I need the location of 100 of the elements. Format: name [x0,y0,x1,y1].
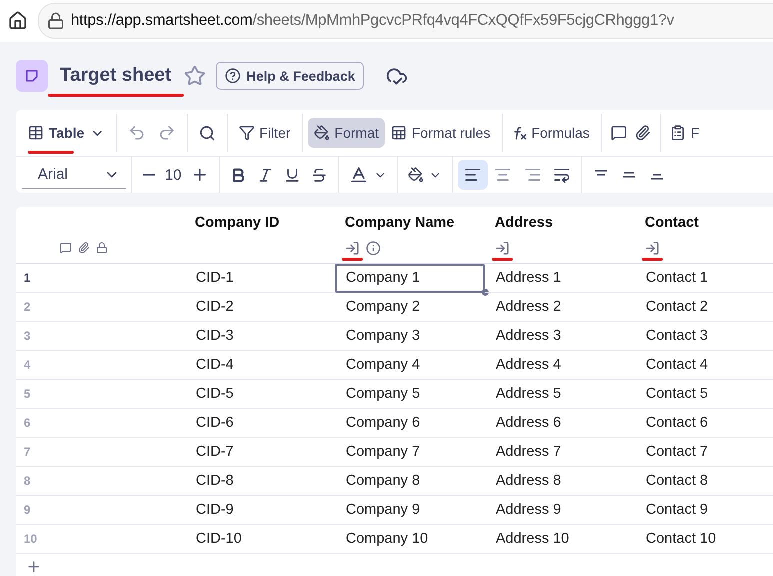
import-icon [495,240,510,256]
table-cell[interactable]: CID-3 [185,322,335,351]
table-cell[interactable]: Contact 7 [635,438,773,467]
row-number: 7 [16,438,185,467]
clipboard-icon [670,125,686,141]
font-select[interactable]: Arial [22,161,126,189]
underline-icon [284,166,301,184]
align-middle-icon [622,170,636,180]
home-icon[interactable] [8,11,28,31]
paint-bucket-icon [314,125,330,141]
table-cell[interactable]: CID-2 [185,293,335,322]
table-cell[interactable]: Address 4 [485,351,635,380]
grid-icon [391,125,407,141]
table-cell[interactable]: Company 8 [335,467,485,496]
annotation-underline [492,258,513,260]
import-icon [645,240,660,256]
row-number: 8 [16,467,185,496]
function-icon [514,126,527,140]
table-cell[interactable]: Company 9 [335,496,485,525]
table-cell[interactable]: CID-10 [185,525,335,554]
view-dropdown[interactable]: Table [22,118,111,148]
row-number: 2 [16,293,185,322]
column-title: Company ID [195,215,280,231]
paperclip-icon [78,242,90,254]
table-cell[interactable]: CID-9 [185,496,335,525]
paint-bucket-icon [408,167,424,183]
active-cell[interactable]: Company 1 [335,264,485,293]
table-cell[interactable]: Address 2 [485,293,635,322]
table-cell[interactable]: Address 6 [485,409,635,438]
undo-icon [128,124,146,142]
fill-handle[interactable] [482,289,489,296]
table-cell[interactable]: Address 1 [485,264,635,293]
align-left-icon [464,166,482,184]
add-row-icon[interactable] [26,559,42,575]
table-cell[interactable]: Contact 3 [635,322,773,351]
align-center-icon [494,166,512,184]
search-icon [198,124,216,142]
table-cell[interactable]: CID-1 [185,264,335,293]
table-cell[interactable]: Contact 1 [635,264,773,293]
formulas-button[interactable]: Formulas [508,118,596,148]
row-number: 3 [16,322,185,351]
help-icon [224,68,241,84]
comment-icon [610,125,627,141]
table-cell[interactable]: Contact 2 [635,293,773,322]
annotation-underline [642,258,663,260]
table-cell[interactable]: CID-8 [185,467,335,496]
table-cell[interactable]: Contact 6 [635,409,773,438]
column-title: Address [495,215,554,231]
table-cell[interactable]: Address 3 [485,322,635,351]
redo-icon [158,124,176,142]
annotation-underline [28,151,74,154]
table-cell[interactable]: CID-5 [185,380,335,409]
wrap-text-icon [552,166,571,184]
table-cell[interactable]: Contact 4 [635,351,773,380]
row-number: 5 [16,380,185,409]
lock-icon [96,242,108,254]
table-cell[interactable]: Company 5 [335,380,485,409]
row-number: 4 [16,351,185,380]
align-right-icon [524,166,542,184]
address-bar[interactable]: https://app.smartsheet.com/sheets/MpMmhPgcvcPRfq4vq4FCxQQfFx59F5cjgCRhggg1?v [38,3,773,39]
table-cell[interactable]: Contact 5 [635,380,773,409]
strikethrough-icon [310,166,328,184]
table-cell[interactable]: CID-7 [185,438,335,467]
url-text: https://app.smartsheet.com/sheets/MpMmhPgcvcPRfq4vq4FCxQQfFx59F5cjgCRhggg1?v [71,12,674,30]
sheet-icon [16,60,48,92]
info-icon [366,240,381,256]
row-number: 9 [16,496,185,525]
table-cell[interactable]: Address 8 [485,467,635,496]
table-cell[interactable]: Company 3 [335,322,485,351]
import-icon [345,240,360,256]
table-cell[interactable]: CID-6 [185,409,335,438]
table-cell[interactable]: Company 10 [335,525,485,554]
table-cell[interactable]: Contact 10 [635,525,773,554]
table-cell[interactable]: CID-4 [185,351,335,380]
star-icon[interactable] [184,65,206,87]
comment-icon [60,242,72,254]
table-cell[interactable]: Contact 8 [635,467,773,496]
paperclip-icon [634,125,651,141]
row-number: 1 [16,264,185,293]
table-cell[interactable]: Company 2 [335,293,485,322]
table-cell[interactable]: Company 6 [335,409,485,438]
toolbar-button[interactable]: F [666,118,704,148]
table-cell[interactable]: Address 9 [485,496,635,525]
lock-icon [47,12,65,30]
table-cell[interactable]: Company 4 [335,351,485,380]
help-button[interactable]: Help & Feedback [216,62,364,90]
align-button[interactable] [458,160,488,190]
table-cell[interactable]: Address 10 [485,525,635,554]
format-button[interactable]: Format [308,118,385,148]
table-cell[interactable]: Address 5 [485,380,635,409]
filter-button[interactable]: Filter [232,118,297,148]
column-title: Company Name [345,215,455,231]
table-icon [28,125,44,141]
annotation-underline [342,258,363,260]
format-rules-button[interactable]: Format rules [385,118,497,148]
table-cell[interactable]: Company 7 [335,438,485,467]
row-number: 6 [16,409,185,438]
table-cell[interactable]: Contact 9 [635,496,773,525]
text-color-icon [348,165,369,185]
table-cell[interactable]: Address 7 [485,438,635,467]
